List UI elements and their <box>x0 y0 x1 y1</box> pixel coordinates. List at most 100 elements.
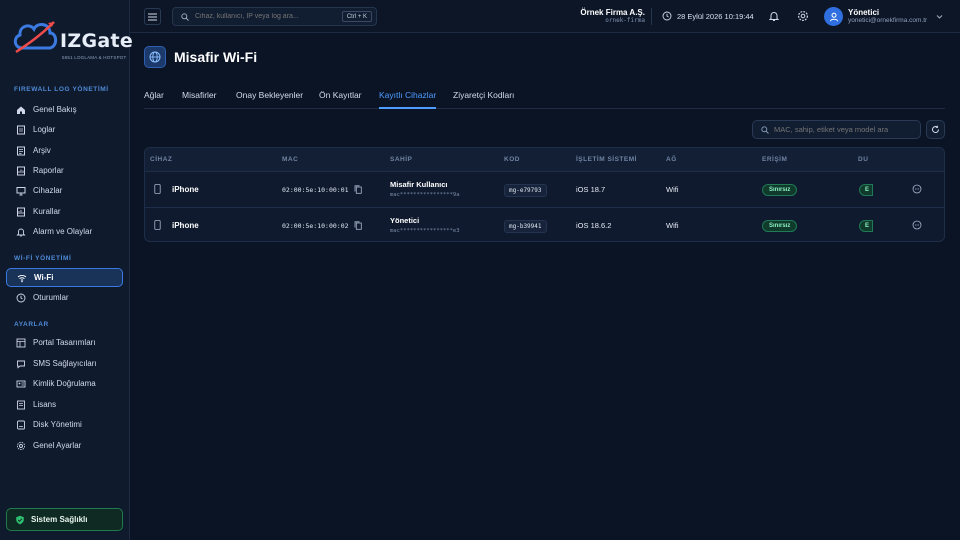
chevron-down-icon[interactable] <box>936 13 943 20</box>
sidebar-item-raporlar[interactable]: Raporlar <box>6 161 123 180</box>
sidebar-item-oturumlar[interactable]: Oturumlar <box>6 288 123 307</box>
section-title-ayarlar: AYARLAR <box>14 321 49 328</box>
sidebar-item-label: Genel Ayarlar <box>33 441 82 450</box>
copy-icon[interactable] <box>354 185 362 194</box>
sidebar-item-disk[interactable]: Disk Yönetimi <box>6 415 123 434</box>
global-search-input[interactable] <box>195 13 345 20</box>
column-header-ag[interactable]: AĞ <box>666 156 677 163</box>
copy-icon[interactable] <box>354 221 362 230</box>
tab-kayitli-cihazlar[interactable]: Kayıtlı Cihazlar <box>379 90 437 109</box>
phone-icon <box>154 220 161 230</box>
column-header-mac[interactable]: MAC <box>282 156 298 163</box>
column-header-erisim[interactable]: ERİŞİM <box>762 156 787 163</box>
shield-check-icon <box>16 515 24 524</box>
settings-gear-icon[interactable] <box>797 10 809 22</box>
rules-icon <box>16 207 26 217</box>
id-card-icon <box>16 379 26 389</box>
sidebar-item-loglar[interactable]: Loglar <box>6 120 123 139</box>
tab-bar: Ağlar Misafirler Onay Bekleyenler Ön Kay… <box>144 87 945 109</box>
sidebar-item-label: Kurallar <box>33 207 61 216</box>
table-row[interactable]: iPhone 02:00:5e:10:00:02 Yönetici mac***… <box>145 207 944 241</box>
document-icon <box>16 125 26 135</box>
global-search[interactable]: Ctrl + K <box>172 7 377 26</box>
column-header-sahip[interactable]: SAHİP <box>390 156 412 163</box>
owner-mac-masked: mac****************9a <box>390 192 460 198</box>
tab-ziyaretci-kodlari[interactable]: Ziyaretçi Kodları <box>453 90 514 109</box>
notification-bell-icon[interactable] <box>768 10 780 22</box>
wifi-icon <box>17 273 27 283</box>
search-icon <box>181 12 189 21</box>
table-row[interactable]: iPhone 02:00:5e:10:00:01 Misafir Kullanı… <box>145 172 944 206</box>
brand-name: IZGate <box>60 30 134 52</box>
current-datetime: 28 Eylül 2026 10:19:44 <box>662 11 754 21</box>
clock-icon <box>16 293 26 303</box>
owner-name: Misafir Kullanıcı <box>390 180 448 189</box>
sidebar-item-wifi[interactable]: Wi-Fi <box>6 268 123 287</box>
user-icon <box>829 12 838 21</box>
sidebar-item-label: Cihazlar <box>33 186 63 195</box>
sidebar-item-genel-bakis[interactable]: Genel Bakış <box>6 100 123 119</box>
user-avatar[interactable] <box>824 7 843 26</box>
disk-icon <box>16 420 26 430</box>
device-search[interactable] <box>752 120 921 139</box>
sidebar-item-label: Alarm ve Olaylar <box>33 227 93 236</box>
search-shortcut-badge: Ctrl + K <box>341 11 372 22</box>
search-icon <box>761 125 769 134</box>
device-search-input[interactable] <box>774 125 914 134</box>
sidebar-item-kimlik[interactable]: Kimlik Doğrulama <box>6 374 123 393</box>
tab-misafirler[interactable]: Misafirler <box>182 90 216 109</box>
column-header-durum[interactable]: DU <box>858 156 868 163</box>
owner-mac-masked: mac****************e3 <box>390 228 460 234</box>
sidebar-item-lisans[interactable]: Lisans <box>6 395 123 414</box>
device-os: iOS 18.7 <box>576 185 606 194</box>
system-health-label: Sistem Sağlıklı <box>31 515 88 524</box>
sidebar-item-label: Disk Yönetimi <box>33 420 82 429</box>
company-switcher[interactable]: Örnek Firma A.Ş. ornek-firma <box>580 8 645 24</box>
sidebar-item-label: Wi-Fi <box>34 273 54 282</box>
sidebar-item-genel-ayarlar[interactable]: Genel Ayarlar <box>6 436 123 455</box>
column-header-cihaz[interactable]: CİHAZ <box>150 156 172 163</box>
more-options-icon[interactable] <box>912 184 922 194</box>
hamburger-icon <box>148 13 157 20</box>
tab-aglar[interactable]: Ağlar <box>144 90 164 109</box>
status-badge: E <box>859 184 874 196</box>
topbar-divider <box>651 8 652 25</box>
sidebar-item-kurallar[interactable]: Kurallar <box>6 202 123 221</box>
table-header: CİHAZ MAC SAHİP KOD İŞLETİM SİSTEMİ AĞ E… <box>145 148 944 172</box>
user-menu[interactable]: Yönetici yonetici@ornekfirma.com.tr <box>848 8 927 24</box>
tab-onay-bekleyenler[interactable]: Onay Bekleyenler <box>236 90 303 109</box>
sidebar-item-label: Raporlar <box>33 166 64 175</box>
sidebar-item-arsiv[interactable]: Arşiv <box>6 141 123 160</box>
sidebar-item-cihazlar[interactable]: Cihazlar <box>6 181 123 200</box>
layout-icon <box>16 338 26 348</box>
sidebar-item-label: Arşiv <box>33 146 51 155</box>
sidebar-item-label: Lisans <box>33 400 57 409</box>
device-code: mg-e79793 <box>504 184 547 197</box>
sidebar-item-alarm[interactable]: Alarm ve Olaylar <box>6 222 123 241</box>
sidebar-item-label: SMS Sağlayıcıları <box>33 359 97 368</box>
sidebar-item-portal[interactable]: Portal Tasarımları <box>6 333 123 352</box>
device-network: Wifi <box>666 185 679 194</box>
brand-logo[interactable]: IZGate 5651 LOGLAMA & HOTSPOT <box>10 12 133 70</box>
system-health-badge[interactable]: Sistem Sağlıklı <box>6 508 123 531</box>
sidebar-item-label: Genel Bakış <box>33 105 77 114</box>
section-title-wifi: Wİ-Fİ YÖNETİMİ <box>14 255 72 262</box>
sidebar-item-sms[interactable]: SMS Sağlayıcıları <box>6 354 123 373</box>
bell-icon <box>16 227 26 237</box>
menu-toggle-button[interactable] <box>144 8 161 25</box>
license-icon <box>16 400 26 410</box>
owner-name: Yönetici <box>390 216 420 225</box>
column-header-isletim-sistemi[interactable]: İŞLETİM SİSTEMİ <box>576 156 637 163</box>
gear-icon <box>16 441 26 451</box>
sidebar-item-label: Kimlik Doğrulama <box>33 379 96 388</box>
cloud-logo-icon <box>13 21 58 54</box>
column-header-kod[interactable]: KOD <box>504 156 520 163</box>
device-name: iPhone <box>172 185 199 194</box>
clock-icon <box>662 11 672 21</box>
user-name: Yönetici <box>848 8 880 17</box>
chat-icon <box>16 359 26 369</box>
sidebar-item-label: Portal Tasarımları <box>33 338 96 347</box>
refresh-button[interactable] <box>926 120 945 139</box>
tab-on-kayitlar[interactable]: Ön Kayıtlar <box>319 90 362 109</box>
more-options-icon[interactable] <box>912 220 922 230</box>
